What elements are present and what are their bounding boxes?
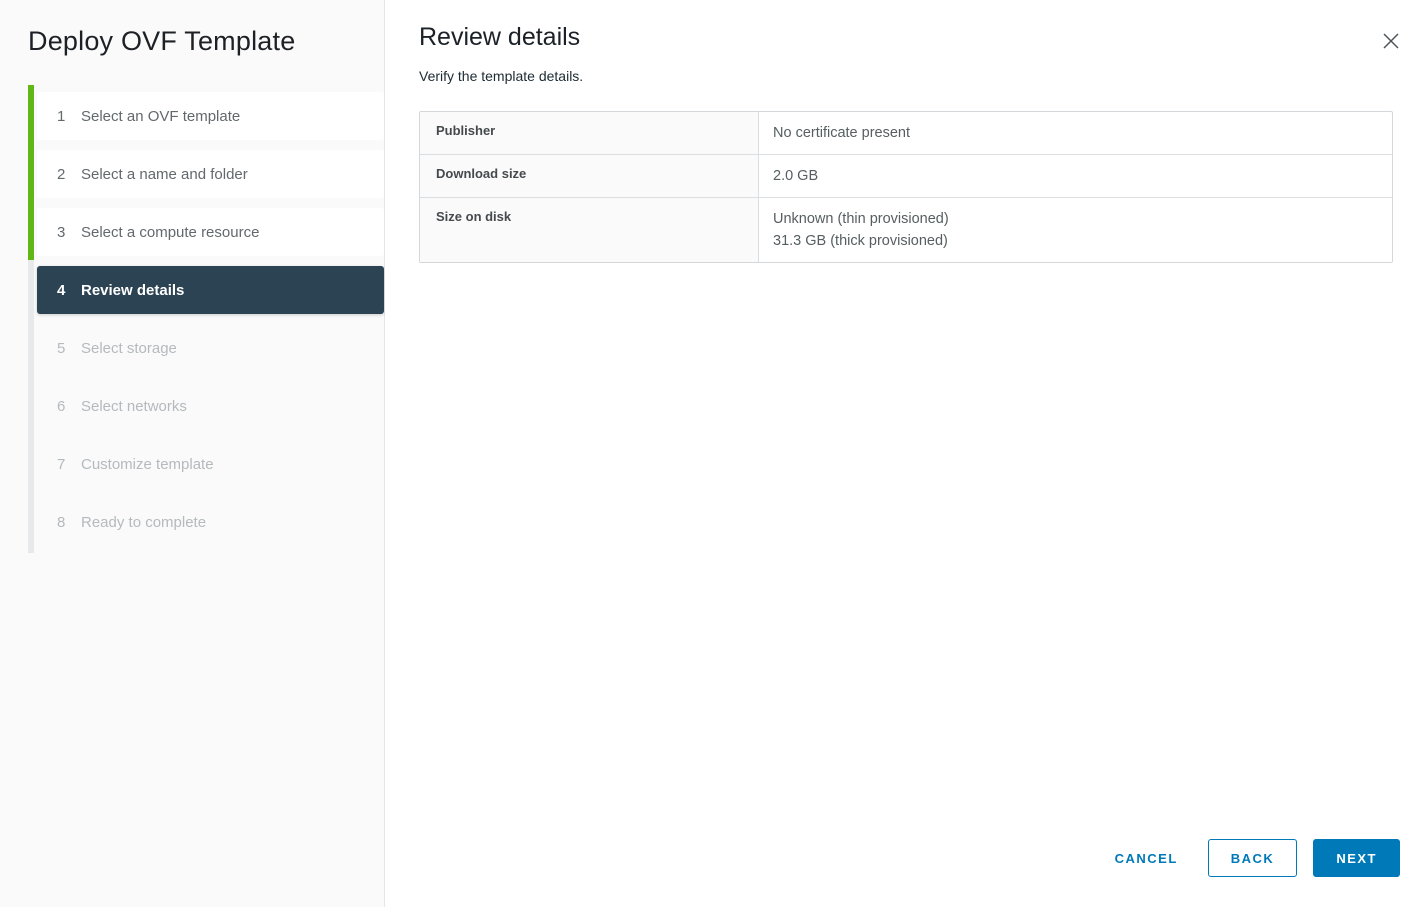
step-number: 4 [57,282,73,299]
cancel-button[interactable]: CANCEL [1115,851,1178,866]
row-label: Size on disk [420,198,759,262]
close-icon [1382,32,1400,50]
details-table: Publisher No certificate present Download … [419,111,1393,263]
step-number: 3 [57,224,73,241]
row-value: Unknown (thin provisioned)31.3 GB (thick… [759,198,1392,262]
footer-actions: CANCEL BACK NEXT [1115,839,1400,877]
step-number: 2 [57,166,73,183]
step-3-select-a-compute-resource[interactable]: 3 Select a compute resource [37,208,384,256]
step-number: 5 [57,340,73,357]
step-label: Customize template [81,456,214,473]
step-5-select-storage: 5 Select storage [37,324,384,372]
step-label: Ready to complete [81,514,206,531]
row-value-line: 2.0 GB [773,165,1378,187]
step-label: Select storage [81,340,177,357]
back-button[interactable]: BACK [1208,839,1298,877]
dialog-title: Deploy OVF Template [28,24,384,58]
step-7-customize-template: 7 Customize template [37,440,384,488]
wizard-steps-area: 1 Select an OVF template 2 Select a name an… [28,92,384,546]
page-title: Review details [419,22,1393,52]
step-label: Select an OVF template [81,108,240,125]
progress-rail-completed [28,85,34,260]
step-8-ready-to-complete: 8 Ready to complete [37,498,384,546]
wizard-sidebar: Deploy OVF Template 1 Select an OVF templ… [0,0,385,907]
table-row: Publisher No certificate present [420,112,1392,154]
step-6-select-networks: 6 Select networks [37,382,384,430]
step-1-select-an-ovf-template[interactable]: 1 Select an OVF template [37,92,384,140]
row-value: 2.0 GB [759,155,1392,197]
step-label: Review details [81,282,184,299]
step-4-review-details[interactable]: 4 Review details [37,266,384,314]
step-number: 6 [57,398,73,415]
close-button[interactable] [1378,28,1404,54]
row-value-line: No certificate present [773,122,1378,144]
deploy-ovf-dialog: Deploy OVF Template 1 Select an OVF templ… [0,0,1428,907]
next-button[interactable]: NEXT [1313,839,1400,877]
step-label: Select a compute resource [81,224,259,241]
row-label: Publisher [420,112,759,154]
main-panel: Review details Verify the template detai… [385,0,1428,907]
step-number: 1 [57,108,73,125]
step-label: Select a name and folder [81,166,248,183]
row-value-line: Unknown (thin provisioned) [773,208,1378,230]
page-subtitle: Verify the template details. [419,68,1393,84]
table-row: Download size 2.0 GB [420,154,1392,197]
step-number: 7 [57,456,73,473]
step-2-select-a-name-and-folder[interactable]: 2 Select a name and folder [37,150,384,198]
row-value-line: 31.3 GB (thick provisioned) [773,230,1378,252]
progress-rail [28,85,34,553]
row-value: No certificate present [759,112,1392,154]
wizard-steps: 1 Select an OVF template 2 Select a name an… [37,92,384,546]
step-label: Select networks [81,398,187,415]
table-row: Size on diskUnknown (thin provisioned)31… [420,197,1392,262]
row-label: Download size [420,155,759,197]
step-number: 8 [57,514,73,531]
